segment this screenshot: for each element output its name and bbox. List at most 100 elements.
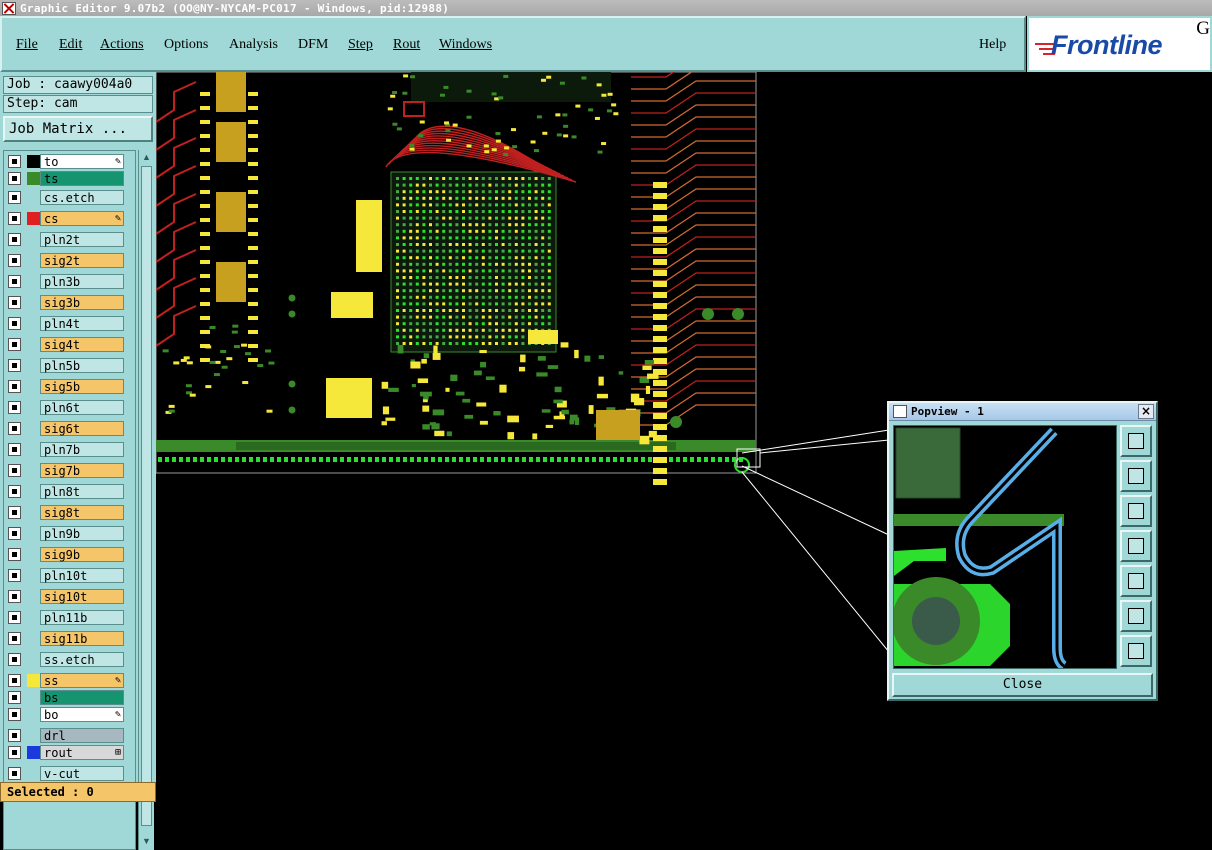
layer-name[interactable]: pln10t bbox=[40, 568, 124, 583]
menu-file[interactable]: File bbox=[16, 37, 38, 53]
layer-name[interactable]: sig11b bbox=[40, 631, 124, 646]
scrollbar-thumb[interactable] bbox=[141, 166, 152, 826]
menu-dfm[interactable]: DFM bbox=[298, 37, 328, 53]
pv-pan-down-icon[interactable] bbox=[1120, 495, 1152, 527]
scroll-down-icon[interactable]: ▼ bbox=[140, 835, 153, 848]
layer-row-pln2t[interactable]: pln2t bbox=[6, 231, 130, 248]
menu-edit[interactable]: Edit bbox=[59, 37, 82, 53]
layer-name[interactable]: pln3b bbox=[40, 274, 124, 289]
layer-checkbox[interactable] bbox=[8, 708, 21, 721]
layer-row-bs[interactable]: bs bbox=[6, 689, 130, 706]
layer-name[interactable]: sig5b bbox=[40, 379, 124, 394]
layer-name[interactable]: pln2t bbox=[40, 232, 124, 247]
layer-row-bo[interactable]: bo ✎ bbox=[6, 706, 130, 723]
layer-checkbox[interactable] bbox=[8, 422, 21, 435]
layer-row-sig8t[interactable]: sig8t bbox=[6, 504, 130, 521]
layer-checkbox[interactable] bbox=[8, 443, 21, 456]
layer-name[interactable]: pln5b bbox=[40, 358, 124, 373]
layer-checkbox[interactable] bbox=[8, 155, 21, 168]
layer-checkbox[interactable] bbox=[8, 590, 21, 603]
layer-row-cs[interactable]: cs ✎ bbox=[6, 210, 130, 227]
popview-close-button[interactable]: Close bbox=[892, 673, 1153, 697]
layer-name[interactable]: sig9b bbox=[40, 547, 124, 562]
pv-pan-left-icon[interactable] bbox=[1120, 530, 1152, 562]
layer-checkbox[interactable] bbox=[8, 746, 21, 759]
layer-name[interactable]: bs bbox=[40, 690, 124, 705]
pv-fit-icon[interactable] bbox=[1120, 635, 1152, 667]
layer-name[interactable]: sig3b bbox=[40, 295, 124, 310]
layer-checkbox[interactable] bbox=[8, 275, 21, 288]
layer-name[interactable]: bo ✎ bbox=[40, 707, 124, 722]
pv-zoom-out-icon[interactable] bbox=[1120, 600, 1152, 632]
layer-row-sig3b[interactable]: sig3b bbox=[6, 294, 130, 311]
popview-window[interactable]: Popview - 1 × Close bbox=[887, 401, 1158, 701]
layer-checkbox[interactable] bbox=[8, 674, 21, 687]
menu-options[interactable]: Options bbox=[164, 37, 208, 53]
layer-row-pln7b[interactable]: pln7b bbox=[6, 441, 130, 458]
layer-checkbox[interactable] bbox=[8, 359, 21, 372]
layer-row-ss[interactable]: ss ✎ bbox=[6, 672, 130, 689]
layer-list-scrollbar[interactable]: ▲ ▼ bbox=[138, 150, 154, 850]
layer-checkbox[interactable] bbox=[8, 767, 21, 780]
layer-name[interactable]: pln8t bbox=[40, 484, 124, 499]
layer-row-cs.etch[interactable]: cs.etch bbox=[6, 189, 130, 206]
layer-row-sig9b[interactable]: sig9b bbox=[6, 546, 130, 563]
layer-checkbox[interactable] bbox=[8, 380, 21, 393]
layer-checkbox[interactable] bbox=[8, 338, 21, 351]
layer-checkbox[interactable] bbox=[8, 548, 21, 561]
layer-checkbox[interactable] bbox=[8, 401, 21, 414]
layer-name[interactable]: sig8t bbox=[40, 505, 124, 520]
job-matrix-button[interactable]: Job Matrix ... bbox=[3, 116, 153, 142]
layer-name[interactable]: pln11b bbox=[40, 610, 124, 625]
layer-row-sig5b[interactable]: sig5b bbox=[6, 378, 130, 395]
layer-name[interactable]: cs ✎ bbox=[40, 211, 124, 226]
layer-row-rout[interactable]: rout ⊞ bbox=[6, 744, 130, 761]
layer-checkbox[interactable] bbox=[8, 233, 21, 246]
layer-checkbox[interactable] bbox=[8, 191, 21, 204]
popview-close-icon[interactable]: × bbox=[1138, 404, 1154, 419]
layer-row-pln6t[interactable]: pln6t bbox=[6, 399, 130, 416]
layer-row-ss.etch[interactable]: ss.etch bbox=[6, 651, 130, 668]
layer-checkbox[interactable] bbox=[8, 569, 21, 582]
layer-row-pln4t[interactable]: pln4t bbox=[6, 315, 130, 332]
menu-windows[interactable]: Windows bbox=[439, 37, 492, 53]
layer-checkbox[interactable] bbox=[8, 172, 21, 185]
layer-name[interactable]: v-cut bbox=[40, 766, 124, 781]
layer-name[interactable]: sig6t bbox=[40, 421, 124, 436]
layer-row-v-cut[interactable]: v-cut bbox=[6, 765, 130, 782]
layer-name[interactable]: rout ⊞ bbox=[40, 745, 124, 760]
layer-row-sig10t[interactable]: sig10t bbox=[6, 588, 130, 605]
layer-checkbox[interactable] bbox=[8, 653, 21, 666]
layer-row-pln10t[interactable]: pln10t bbox=[6, 567, 130, 584]
layer-name[interactable]: sig2t bbox=[40, 253, 124, 268]
layer-name[interactable]: sig4t bbox=[40, 337, 124, 352]
layer-row-sig2t[interactable]: sig2t bbox=[6, 252, 130, 269]
layer-row-sig11b[interactable]: sig11b bbox=[6, 630, 130, 647]
layer-row-pln9b[interactable]: pln9b bbox=[6, 525, 130, 542]
scroll-up-icon[interactable]: ▲ bbox=[140, 151, 153, 164]
pv-pan-up-icon[interactable] bbox=[1120, 460, 1152, 492]
layer-checkbox[interactable] bbox=[8, 317, 21, 330]
layer-checkbox[interactable] bbox=[8, 254, 21, 267]
layer-name[interactable]: to ✎ bbox=[40, 154, 124, 169]
layer-row-ts[interactable]: ts bbox=[6, 170, 130, 187]
layer-row-pln5b[interactable]: pln5b bbox=[6, 357, 130, 374]
layer-name[interactable]: pln9b bbox=[40, 526, 124, 541]
layer-row-sig4t[interactable]: sig4t bbox=[6, 336, 130, 353]
layer-checkbox[interactable] bbox=[8, 296, 21, 309]
layer-name[interactable]: ts bbox=[40, 171, 124, 186]
pv-pan-right-icon[interactable] bbox=[1120, 565, 1152, 597]
layer-row-pln8t[interactable]: pln8t bbox=[6, 483, 130, 500]
window-titlebar[interactable]: Graphic Editor 9.07b2 (OO@NY-NYCAM-PC017… bbox=[0, 0, 1212, 16]
layer-checkbox[interactable] bbox=[8, 527, 21, 540]
popview-titlebar[interactable]: Popview - 1 × bbox=[889, 403, 1156, 421]
layer-name[interactable]: sig7b bbox=[40, 463, 124, 478]
layer-row-sig6t[interactable]: sig6t bbox=[6, 420, 130, 437]
layer-name[interactable]: pln6t bbox=[40, 400, 124, 415]
layer-checkbox[interactable] bbox=[8, 729, 21, 742]
layer-row-sig7b[interactable]: sig7b bbox=[6, 462, 130, 479]
layer-row-pln3b[interactable]: pln3b bbox=[6, 273, 130, 290]
layer-name[interactable]: ss.etch bbox=[40, 652, 124, 667]
menu-analysis[interactable]: Analysis bbox=[229, 37, 278, 53]
menu-actions[interactable]: Actions bbox=[100, 37, 144, 53]
